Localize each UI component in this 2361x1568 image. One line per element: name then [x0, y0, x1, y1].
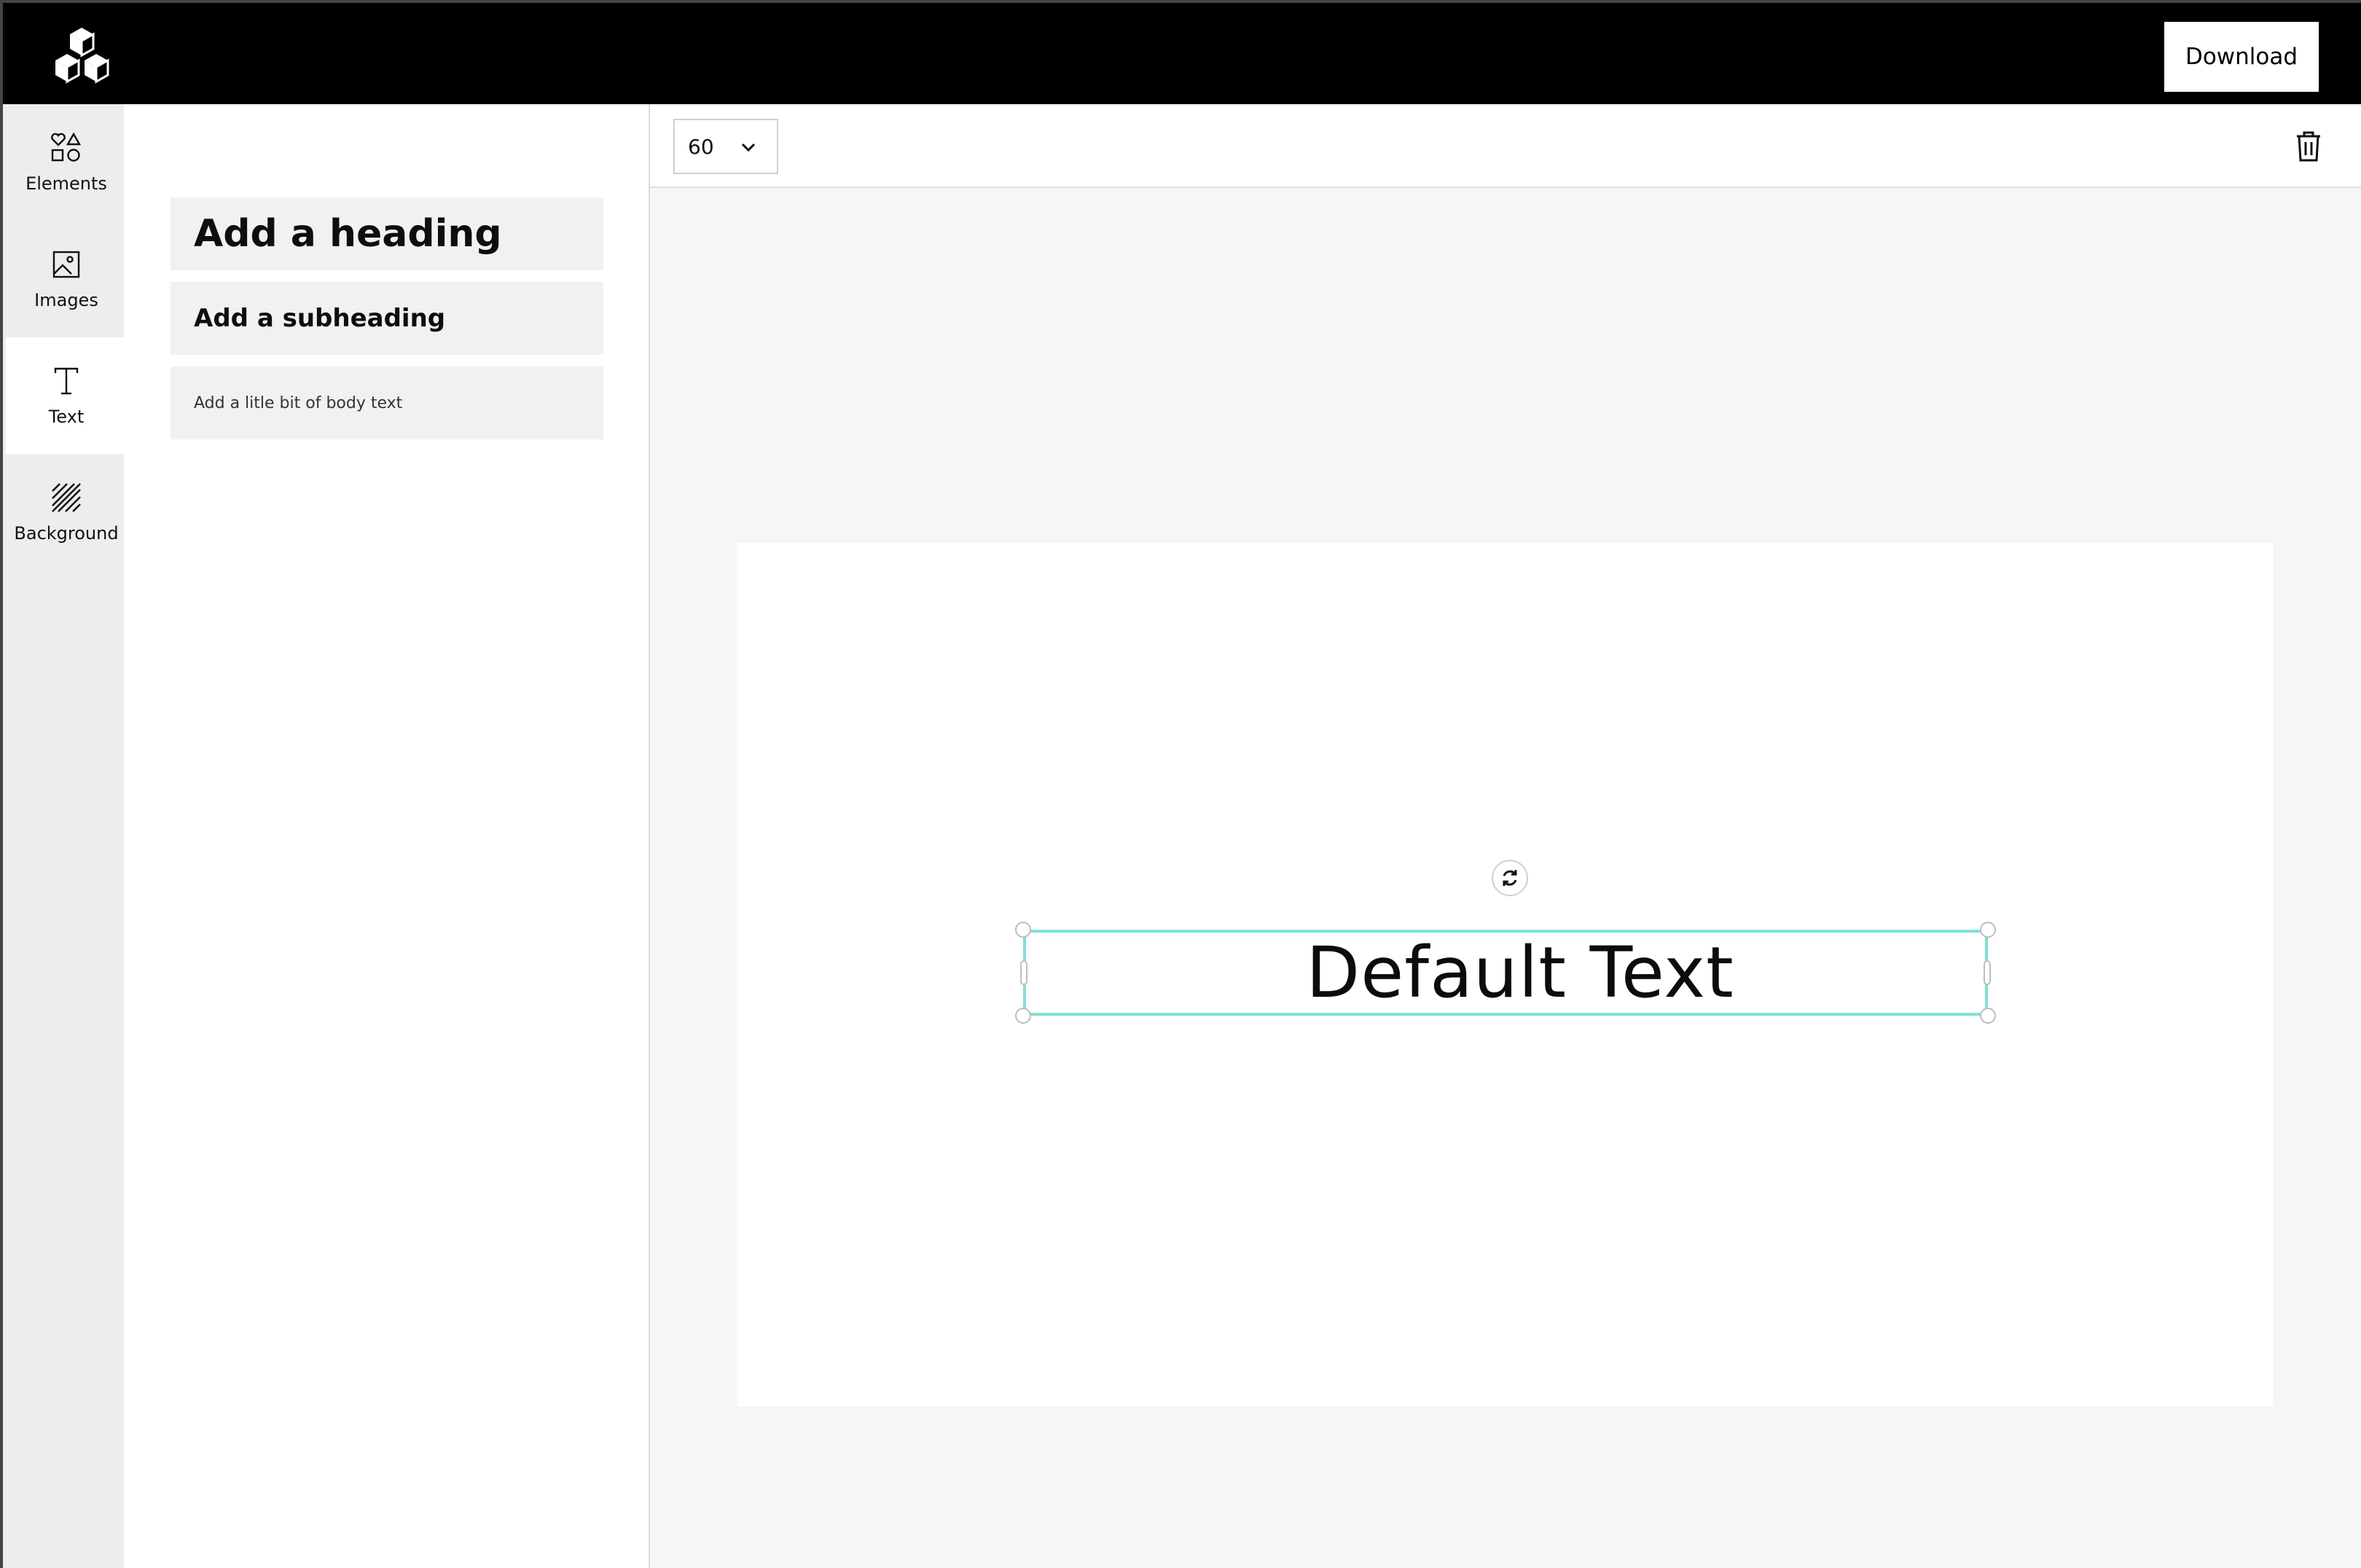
add-heading-button[interactable]: Add a heading	[171, 197, 603, 270]
resize-handle-bottom-left[interactable]	[1015, 1008, 1031, 1024]
design-canvas[interactable]: Default Text	[737, 543, 2273, 1406]
sidebar-item-background[interactable]: Background	[6, 454, 127, 571]
sidebar-item-text[interactable]: Text	[6, 337, 127, 454]
font-size-value: 60	[688, 134, 714, 159]
resize-handle-top-right[interactable]	[1980, 922, 1996, 938]
rotate-icon	[1503, 870, 1517, 886]
rotate-handle[interactable]	[1492, 860, 1528, 896]
shapes-icon	[51, 132, 82, 162]
download-button[interactable]: Download	[2164, 22, 2319, 92]
selected-text-element[interactable]: Default Text	[1015, 922, 1996, 1024]
trash-icon[interactable]	[2288, 126, 2329, 167]
sidebar-item-label: Images	[34, 290, 98, 310]
resize-handle-right[interactable]	[1984, 960, 1991, 985]
resize-handle-bottom-right[interactable]	[1980, 1008, 1996, 1024]
sidebar-item-images[interactable]: Images	[6, 221, 127, 337]
text-icon	[54, 367, 79, 395]
add-body-text-button[interactable]: Add a litle bit of body text	[171, 366, 603, 439]
add-subheading-button[interactable]: Add a subheading	[171, 282, 603, 355]
canvas-text[interactable]: Default Text	[1306, 932, 1734, 1014]
workspace: Default Text	[650, 188, 2361, 1568]
editor-toolbar: 60	[650, 104, 2361, 188]
logo-icon	[55, 28, 109, 84]
sidebar-item-elements[interactable]: Elements	[6, 104, 127, 221]
sidebar-item-label: Elements	[26, 173, 107, 194]
sidebar-rail: Elements Images Text Background	[0, 104, 127, 1568]
text-panel: Add a heading Add a subheading Add a lit…	[124, 104, 650, 1568]
resize-handle-left[interactable]	[1020, 960, 1027, 985]
sidebar-item-label: Background	[14, 523, 119, 544]
resize-handle-top-left[interactable]	[1015, 922, 1031, 938]
sidebar-item-label: Text	[48, 407, 85, 427]
font-size-select[interactable]: 60	[673, 119, 778, 174]
background-icon	[52, 483, 81, 512]
top-bar: Download	[0, 0, 2361, 104]
image-icon	[52, 251, 80, 278]
chevron-down-icon	[741, 143, 756, 152]
